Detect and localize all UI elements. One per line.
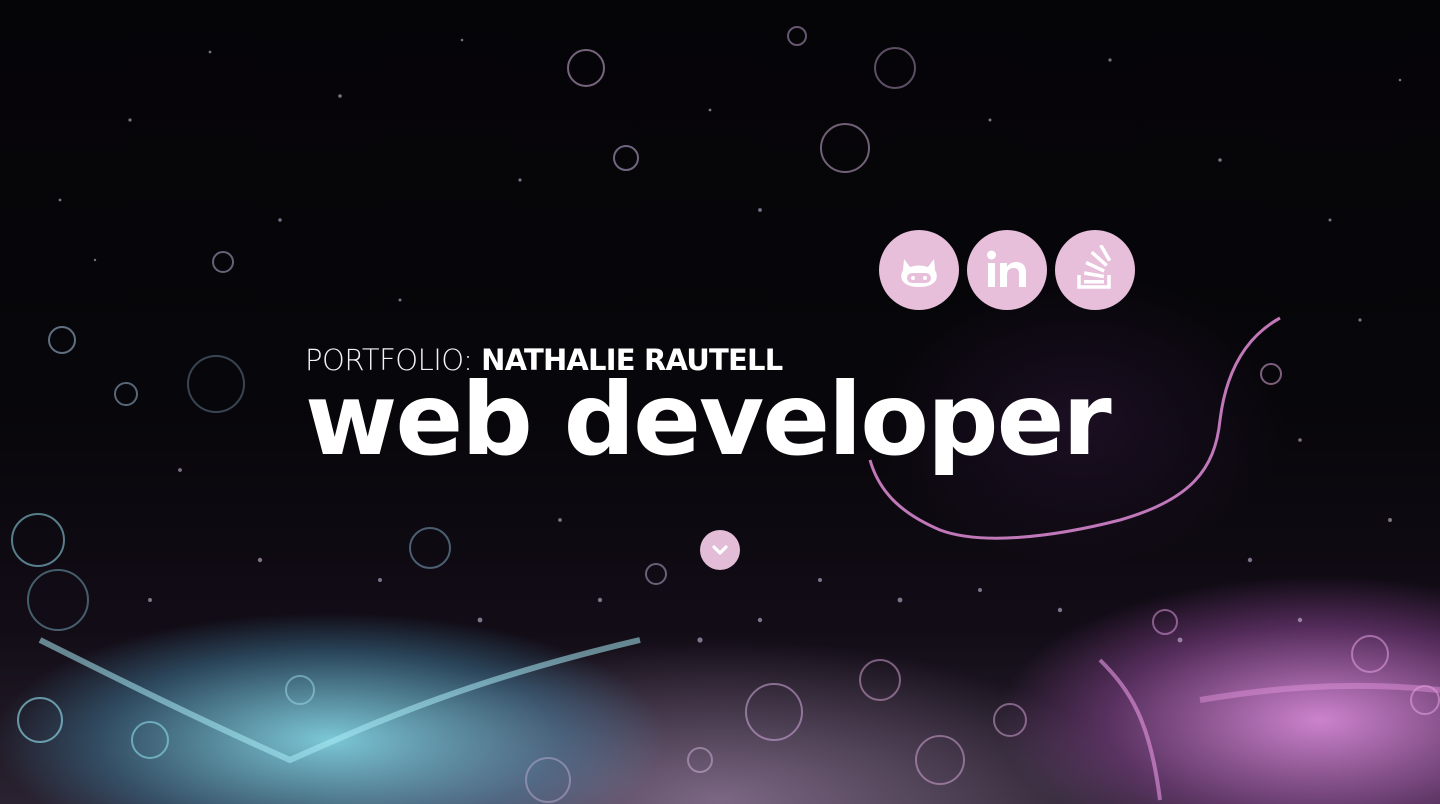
linkedin-icon [987,250,1026,287]
stackoverflow-button[interactable] [1055,230,1135,310]
github-button[interactable] [879,230,959,310]
kicker-prefix: PORTFOLIO: [305,343,473,377]
social-links [879,230,1135,310]
stackoverflow-icon [1077,245,1112,289]
hero-section: PORTFOLIO: NATHALIE RAUTELL web develope… [0,0,1440,804]
hero-content: PORTFOLIO: NATHALIE RAUTELL web develope… [305,342,1145,470]
chevron-down-icon [712,545,728,555]
github-icon [901,259,937,287]
linkedin-button[interactable] [967,230,1047,310]
page-title: web developer [305,361,1112,478]
scroll-down-button[interactable] [700,530,740,570]
